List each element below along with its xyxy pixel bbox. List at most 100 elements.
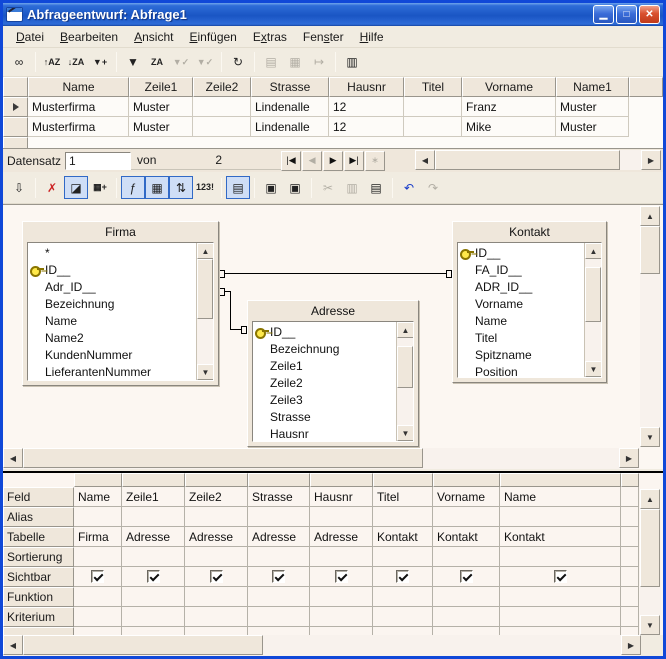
sortierung-cell[interactable]	[500, 547, 621, 567]
advanced-filter-icon[interactable]: ZA	[145, 51, 169, 74]
alias-cell[interactable]	[500, 507, 621, 527]
funktion-cell[interactable]	[500, 587, 621, 607]
cell[interactable]	[404, 97, 462, 117]
sichtbar-checkbox[interactable]	[272, 570, 285, 583]
field-row[interactable]: KundenNummer	[28, 346, 196, 363]
menu-hilfe[interactable]: Hilfe	[352, 27, 392, 47]
sort-ascending-icon[interactable]: ↑AZ	[40, 51, 64, 74]
scrollbar-thumb[interactable]	[640, 226, 660, 274]
scroll-down-icon[interactable]: ▼	[640, 615, 660, 635]
field-row[interactable]: Bezeichnung	[253, 340, 396, 357]
sichtbar-checkbox[interactable]	[210, 570, 223, 583]
scroll-right-icon[interactable]: ▶	[619, 448, 639, 468]
close-button[interactable]: ✕	[639, 5, 660, 24]
sichtbar-checkbox[interactable]	[147, 570, 160, 583]
cell[interactable]: Muster	[129, 97, 193, 117]
show-sort-icon[interactable]: ⇅	[169, 176, 193, 199]
filter-icon[interactable]: ▼	[121, 51, 145, 74]
tabelle-cell[interactable]: Kontakt	[373, 527, 433, 547]
scrollbar-thumb[interactable]	[23, 448, 423, 468]
field-row[interactable]: Zeile3	[253, 391, 396, 408]
scrollbar-thumb[interactable]	[640, 509, 660, 587]
feld-cell[interactable]: Zeile2	[185, 487, 248, 507]
cell[interactable]: 12	[329, 97, 404, 117]
filter-by-form-icon[interactable]: ▼+	[88, 51, 112, 74]
funktion-cell[interactable]	[373, 587, 433, 607]
select-all-corner[interactable]	[3, 77, 28, 97]
join-line-firma-adresse[interactable]	[230, 291, 231, 330]
field-row[interactable]: Name2	[28, 329, 196, 346]
requery-icon[interactable]: ↻	[226, 51, 250, 74]
field-row[interactable]: FA_ID__	[458, 261, 584, 278]
add-table-icon[interactable]: ▦+	[88, 176, 112, 199]
kriterium-cell[interactable]	[433, 607, 500, 627]
tabelle-cell[interactable]: Adresse	[310, 527, 373, 547]
sortierung-cell[interactable]	[122, 547, 185, 567]
tabelle-cell[interactable]: Firma	[74, 527, 122, 547]
menu-bearbeiten[interactable]: Bearbeiten	[52, 27, 126, 47]
minimize-button[interactable]: ▁	[593, 5, 614, 24]
sichtbar-checkbox[interactable]	[460, 570, 473, 583]
field-row[interactable]: Position	[458, 363, 584, 377]
column-header[interactable]: Zeile2	[193, 77, 251, 97]
cell[interactable]: Muster	[129, 117, 193, 137]
sortierung-cell[interactable]	[373, 547, 433, 567]
totals-icon[interactable]: 123!	[193, 176, 217, 199]
scroll-up-icon[interactable]: ▲	[640, 206, 660, 226]
table-title[interactable]: Kontakt	[453, 222, 606, 242]
kriterium-cell[interactable]	[74, 607, 122, 627]
field-row[interactable]: Adr_ID__	[28, 278, 196, 295]
cell[interactable]: Lindenalle	[251, 97, 329, 117]
show-functions-icon[interactable]: ƒ	[121, 176, 145, 199]
run-query-icon[interactable]: ⇩	[7, 176, 31, 199]
alias-cell[interactable]	[373, 507, 433, 527]
field-row[interactable]: ID__	[28, 261, 196, 278]
remove-filter-icon[interactable]: ▼✓	[193, 51, 217, 74]
field-row[interactable]: Name	[28, 312, 196, 329]
field-row[interactable]: ID__	[458, 244, 584, 261]
scrollbar-thumb[interactable]	[397, 346, 413, 388]
record-selector[interactable]	[3, 97, 28, 117]
tabelle-cell[interactable]: Adresse	[185, 527, 248, 547]
scroll-up-icon[interactable]: ▲	[197, 243, 214, 259]
diagram-vertical-scrollbar[interactable]: ▲ ▼	[640, 206, 661, 447]
last-record-button[interactable]: ▶|	[344, 151, 364, 171]
field-row[interactable]: Titel	[458, 329, 584, 346]
field-row[interactable]: Zeile2	[253, 374, 396, 391]
scroll-up-icon[interactable]: ▲	[397, 322, 414, 338]
cell[interactable]: Mike	[462, 117, 556, 137]
edit-record-icon[interactable]: ▤	[259, 51, 283, 74]
kriterium-cell[interactable]	[122, 607, 185, 627]
menu-extras[interactable]: Extras	[245, 27, 295, 47]
tabelle-cell[interactable]: Adresse	[122, 527, 185, 547]
field-row[interactable]: Vorname	[458, 295, 584, 312]
field-row[interactable]: *	[28, 244, 196, 261]
table-scrollbar[interactable]: ▲ ▼	[396, 322, 413, 441]
table-window-adresse[interactable]: Adresse ID__ Bezeichnung Zeile1 Zeile2 Z…	[247, 300, 419, 447]
scroll-left-icon[interactable]: ◀	[3, 635, 23, 655]
field-row[interactable]: Name	[458, 312, 584, 329]
cell[interactable]: Muster	[556, 97, 629, 117]
datasheet-horizontal-scrollbar[interactable]: ◀ ▶	[415, 150, 661, 170]
scroll-down-icon[interactable]: ▼	[640, 427, 660, 447]
scroll-up-icon[interactable]: ▲	[640, 489, 660, 509]
sortierung-cell[interactable]	[310, 547, 373, 567]
cell[interactable]	[193, 117, 251, 137]
design-column-header[interactable]	[74, 473, 122, 487]
scroll-left-icon[interactable]: ◀	[3, 448, 23, 468]
menu-fenster[interactable]: Fenster	[295, 27, 352, 47]
feld-cell[interactable]: Strasse	[248, 487, 310, 507]
delete-query-icon[interactable]: ✗	[40, 176, 64, 199]
column-header[interactable]: Titel	[404, 77, 462, 97]
scroll-right-icon[interactable]: ▶	[641, 150, 661, 170]
feld-cell[interactable]: Titel	[373, 487, 433, 507]
alias-cell[interactable]	[310, 507, 373, 527]
kriterium-cell[interactable]	[500, 607, 621, 627]
tabelle-cell[interactable]: Adresse	[248, 527, 310, 547]
send-record-icon[interactable]: ▦	[283, 51, 307, 74]
scroll-right-icon[interactable]: ▶	[621, 635, 641, 655]
menu-ansicht[interactable]: Ansicht	[126, 27, 181, 47]
field-row[interactable]: Bezeichnung	[28, 295, 196, 312]
feld-cell[interactable]: Hausnr	[310, 487, 373, 507]
apply-filter-icon[interactable]: ▼✓	[169, 51, 193, 74]
